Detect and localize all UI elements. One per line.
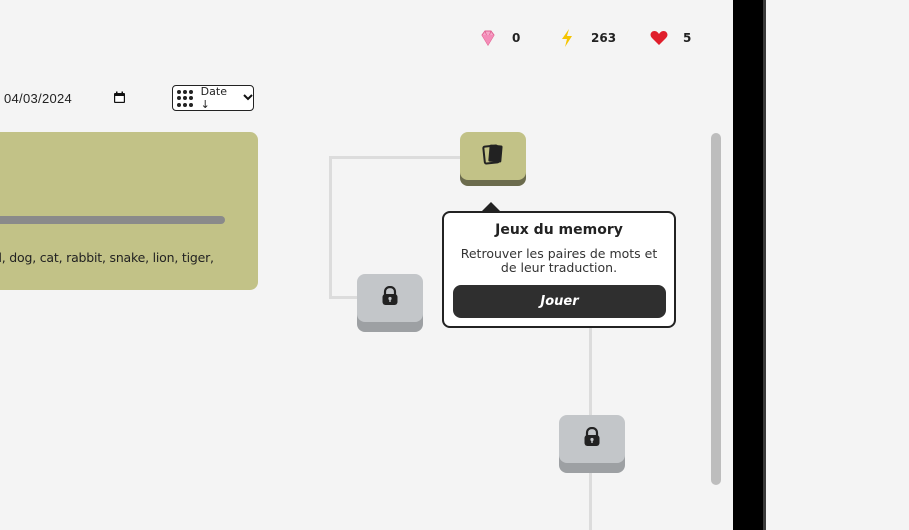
activity-popup: Jeux du memory Retrouver les paires de m… <box>442 202 676 328</box>
lock-icon <box>583 426 601 451</box>
path-connector <box>329 296 359 299</box>
path-connector <box>589 470 592 530</box>
lock-icon <box>381 285 399 310</box>
date-value: 04/03/2024 <box>4 90 73 106</box>
grid-dots-icon <box>177 89 195 107</box>
outside-area <box>766 0 909 530</box>
gem-icon <box>478 28 498 48</box>
sort-select[interactable]: Date ↓ <box>172 85 254 111</box>
calendar-icon[interactable] <box>113 91 126 104</box>
path-connector <box>330 156 462 159</box>
heart-icon <box>649 28 669 48</box>
progress-bar <box>0 216 225 224</box>
energy-stat: 263 <box>557 28 616 48</box>
lesson-card[interactable]: d, dog, cat, rabbit, snake, lion, tiger, <box>0 132 258 290</box>
locked-node[interactable] <box>559 415 625 473</box>
chevron-down-icon <box>243 93 253 104</box>
popup-arrow <box>481 202 501 212</box>
play-button[interactable]: Jouer <box>453 285 666 318</box>
lives-count: 5 <box>683 31 692 45</box>
lives-stat: 5 <box>649 28 691 48</box>
date-input[interactable]: 04/03/2024 <box>0 86 136 110</box>
popup-description: Retrouver les paires de mots et de leur … <box>460 246 658 275</box>
energy-count: 263 <box>591 31 617 45</box>
card-words: d, dog, cat, rabbit, snake, lion, tiger, <box>0 250 214 265</box>
scrollbar[interactable] <box>711 133 721 485</box>
gems-stat: 0 <box>478 28 520 48</box>
path-connector <box>589 326 592 418</box>
device-frame <box>733 0 763 530</box>
lightning-icon <box>557 28 577 48</box>
cards-icon <box>481 143 505 169</box>
sort-label: Date ↓ <box>200 85 227 111</box>
locked-node[interactable] <box>357 274 423 332</box>
path-connector <box>329 156 332 299</box>
gems-count: 0 <box>512 31 521 45</box>
memory-game-node[interactable] <box>460 132 526 186</box>
popup-title: Jeux du memory <box>495 222 623 238</box>
